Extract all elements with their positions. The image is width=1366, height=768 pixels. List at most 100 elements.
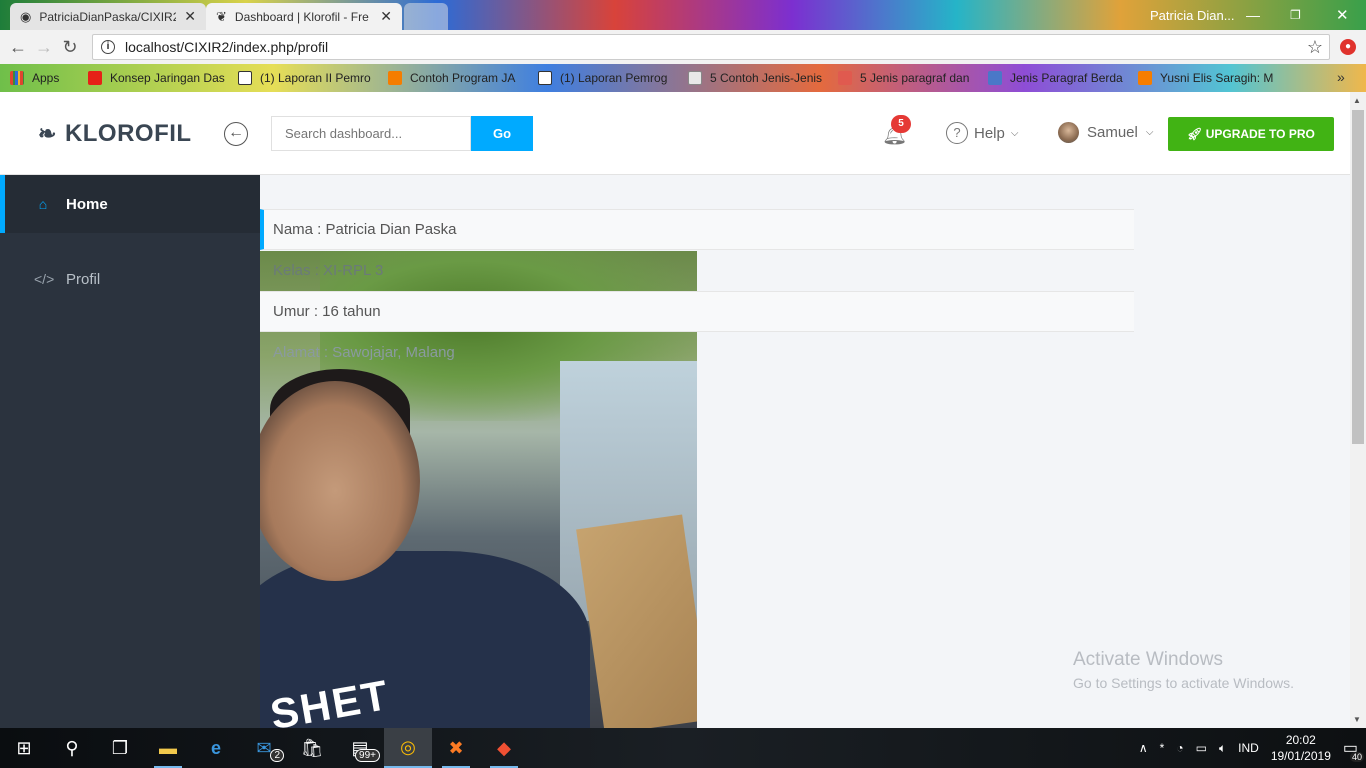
- site-icon: [988, 71, 1002, 85]
- watermark-title: Activate Windows: [1073, 649, 1223, 670]
- windows-start-icon[interactable]: ⊞: [0, 728, 48, 768]
- close-window-icon[interactable]: ✕: [1336, 0, 1349, 30]
- xampp-icon[interactable]: ✖: [432, 728, 480, 768]
- store-badge: 99+: [355, 749, 380, 762]
- bluetooth-icon[interactable]: *: [1160, 741, 1165, 755]
- forward-arrow-icon[interactable]: →: [31, 37, 57, 58]
- mail-icon[interactable]: ✉ 2: [240, 728, 288, 768]
- bookmark-item[interactable]: Konsep Jaringan Das: [88, 71, 226, 85]
- activate-windows-watermark: Activate Windows Go to Settings to activ…: [1073, 649, 1294, 691]
- chrome-icon[interactable]: ◎: [384, 728, 432, 768]
- apps-grid-icon: [10, 71, 24, 85]
- help-menu[interactable]: ? Help ⌵: [946, 122, 1018, 144]
- help-label: Help: [974, 124, 1005, 142]
- maximize-icon[interactable]: ❐: [1290, 0, 1301, 30]
- go-button[interactable]: Go: [471, 116, 533, 151]
- address-bar-row: ← → ↻ i localhost/CIXIR2/index.php/profi…: [0, 30, 1366, 64]
- reload-icon[interactable]: ↻: [57, 37, 83, 58]
- upgrade-label: UPGRADE TO PRO: [1205, 127, 1315, 141]
- volume-icon[interactable]: 🔈︎: [1219, 741, 1226, 756]
- at-sign-icon: [838, 71, 852, 85]
- minimize-icon[interactable]: —: [1246, 0, 1260, 30]
- scroll-down-icon[interactable]: ▼: [1353, 715, 1361, 724]
- clock[interactable]: 20:02 19/01/2019: [1271, 732, 1331, 764]
- bookmark-item[interactable]: Contoh Program JA: [388, 71, 526, 85]
- url-bar[interactable]: i localhost/CIXIR2/index.php/profil ☆: [92, 34, 1330, 60]
- bookmark-label: (1) Laporan II Pemro: [260, 71, 371, 85]
- bookmark-star-icon[interactable]: ☆: [1307, 37, 1323, 58]
- chevron-down-icon: ⌵: [1010, 127, 1019, 139]
- upgrade-button[interactable]: 🚀︎ UPGRADE TO PRO: [1168, 117, 1334, 151]
- bookmark-item[interactable]: (1) Laporan II Pemro: [238, 71, 376, 85]
- avatar: [1058, 122, 1079, 143]
- leaf-icon: ❦: [216, 8, 227, 24]
- battery-icon[interactable]: ▭: [1196, 741, 1207, 755]
- top-navbar: ❧ KLOROFIL ← Go 🔔︎ 5 ? Help ⌵ Samuel ⌵ 🚀…: [0, 92, 1350, 175]
- tab-title: PatriciaDianPaska/CIXIR2: [39, 9, 177, 24]
- extension-icon[interactable]: ●: [1340, 39, 1356, 55]
- toggle-sidebar-icon[interactable]: ←: [224, 122, 248, 146]
- bookmark-item[interactable]: Jenis Paragraf Berda: [988, 71, 1126, 85]
- bookmark-label: Jenis Paragraf Berda: [1010, 71, 1123, 85]
- blogger-icon: [388, 71, 402, 85]
- bookmark-item[interactable]: (1) Laporan Pemrog: [538, 71, 676, 85]
- blogger-icon: [1138, 71, 1152, 85]
- file-explorer-icon[interactable]: ▬: [144, 728, 192, 768]
- browser-tab-github[interactable]: ◉ PatriciaDianPaska/CIXIR2 ✕: [10, 3, 206, 30]
- language-indicator[interactable]: IND: [1238, 741, 1259, 755]
- windows-taskbar: ⊞ ⚲ ❐ ▬ e ✉ 2 🛍︎ ▤ 99+ ◎ ✖ ◆ ∧ * ◔ ▭ 🔈︎ IN…: [0, 728, 1366, 768]
- info-icon[interactable]: i: [101, 40, 115, 54]
- store-updates-icon[interactable]: ▤ 99+: [336, 728, 384, 768]
- action-center-icon[interactable]: ▭ 40: [1343, 738, 1364, 762]
- mail-badge: 2: [270, 749, 284, 762]
- scroll-thumb[interactable]: [1352, 110, 1364, 444]
- bookmarks-bar: Apps Konsep Jaringan Das (1) Laporan II …: [0, 64, 1366, 92]
- github-icon: ◉: [20, 8, 32, 24]
- sidebar-item-home[interactable]: ⌂ Home: [0, 175, 260, 233]
- more-bookmarks-icon[interactable]: »: [1337, 69, 1345, 85]
- user-name: Samuel: [1087, 124, 1138, 141]
- edge-icon[interactable]: e: [192, 728, 240, 768]
- brand-logo[interactable]: ❧ KLOROFIL: [38, 120, 192, 148]
- store-icon[interactable]: 🛍︎: [288, 728, 336, 768]
- bookmark-label: Contoh Program JA: [410, 71, 516, 85]
- url-text[interactable]: localhost/CIXIR2/index.php/profil: [125, 39, 328, 55]
- code-icon: </>: [34, 271, 55, 287]
- clock-date: 19/01/2019: [1270, 749, 1331, 763]
- search-icon[interactable]: ⚲: [48, 728, 96, 768]
- youtube-icon: [88, 71, 102, 85]
- bookmark-item[interactable]: 5 Contoh Jenis-Jenis: [688, 71, 826, 85]
- back-arrow-icon[interactable]: ←: [5, 37, 31, 58]
- scroll-up-icon[interactable]: ▲: [1353, 96, 1361, 105]
- home-icon: ⌂: [38, 196, 48, 212]
- sidebar-item-label: Profil: [66, 270, 101, 288]
- chevron-up-icon[interactable]: ∧: [1139, 741, 1148, 755]
- document-a-icon: [238, 71, 252, 85]
- page-viewport: ❧ KLOROFIL ← Go 🔔︎ 5 ? Help ⌵ Samuel ⌵ 🚀…: [0, 92, 1366, 728]
- bookmark-item[interactable]: 5 Jenis paragraf dan: [838, 71, 976, 85]
- network-icon[interactable]: ◔: [1176, 741, 1183, 755]
- git-icon[interactable]: ◆: [480, 728, 528, 768]
- page-icon: [688, 71, 702, 85]
- info-umur: Umur : 16 tahun: [260, 291, 1134, 332]
- browser-tab-strip: ◉ PatriciaDianPaska/CIXIR2 ✕ ❦ Dashboard…: [0, 0, 1366, 30]
- task-view-icon[interactable]: ❐: [96, 728, 144, 768]
- bookmark-label: Konsep Jaringan Das: [110, 71, 225, 85]
- profile-name[interactable]: Patricia Dian...: [1150, 0, 1235, 30]
- sidebar-item-profil[interactable]: </> Profil: [0, 250, 260, 308]
- notification-badge: 5: [891, 115, 911, 133]
- sidebar: ⌂ Home </> Profil: [0, 175, 260, 728]
- page-scrollbar[interactable]: ▲ ▼: [1350, 92, 1366, 728]
- sidebar-item-label: Home: [66, 195, 108, 213]
- search-input[interactable]: [271, 116, 471, 151]
- browser-tab-dashboard[interactable]: ❦ Dashboard | Klorofil - Fre ✕: [206, 3, 402, 30]
- close-tab-icon[interactable]: ✕: [380, 8, 392, 25]
- close-tab-icon[interactable]: ✕: [184, 8, 196, 25]
- bookmark-item[interactable]: Yusni Elis Saragih: M: [1138, 71, 1276, 85]
- brand-name: KLOROFIL: [64, 120, 192, 147]
- bookmark-item[interactable]: Apps: [10, 71, 76, 85]
- user-menu[interactable]: Samuel ⌵: [1058, 122, 1153, 143]
- leaf-icon: ❧: [38, 121, 57, 146]
- info-alamat: Alamat : Sawojajar, Malang: [273, 344, 455, 361]
- new-tab-button[interactable]: [404, 3, 448, 30]
